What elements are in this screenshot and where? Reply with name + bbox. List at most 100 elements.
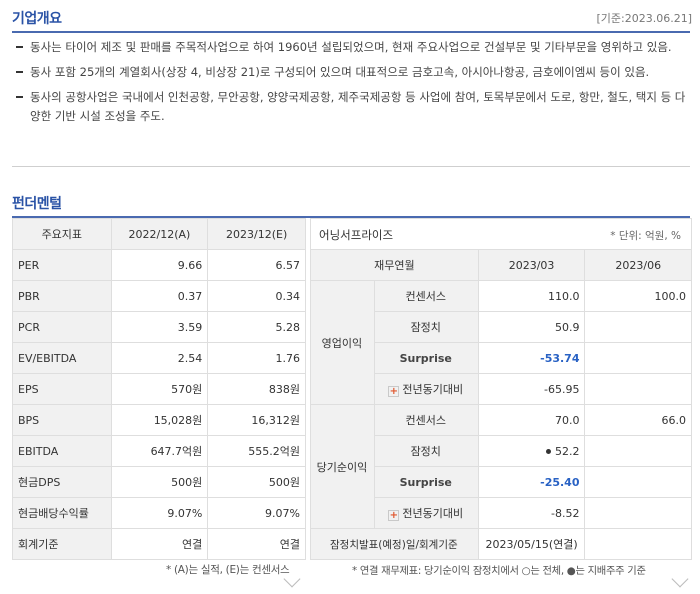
fundamental-title: 펀더멘털	[12, 196, 62, 212]
col-header-period: 재무연월	[310, 249, 479, 281]
yoy-label[interactable]: + 전년동기대비	[373, 497, 479, 529]
col-header-2023-03: 2023/03	[477, 249, 586, 281]
metric-label: 회계기준	[12, 528, 112, 560]
metric-value: 연결	[110, 528, 209, 560]
overview-item: 동사의 공항사업은 국내에서 인천공항, 무안공항, 양양국제공항, 제주국제공…	[14, 88, 688, 126]
table-row: PBR 0.37 0.34	[12, 280, 306, 312]
metric-value: 9.07%	[207, 497, 306, 529]
op-provisional-value	[584, 311, 692, 343]
metric-value: 2.54	[110, 342, 209, 374]
net-income-label: 당기순이익	[310, 404, 375, 529]
table-header-row: 주요지표 2022/12(A) 2023/12(E)	[12, 218, 306, 250]
metric-label: 현금배당수익률	[12, 497, 112, 529]
table-row: 회계기준 연결 연결	[12, 528, 306, 560]
overview-bottom-divider	[12, 166, 690, 167]
op-consensus-value: 100.0	[584, 280, 692, 312]
metric-value: 9.07%	[110, 497, 209, 529]
earnings-table: 재무연월 2023/03 2023/06 영업이익 컨센서스 110.0 100…	[310, 249, 692, 560]
op-consensus-value: 110.0	[477, 280, 586, 312]
provisional-label: 잠정치	[373, 311, 479, 343]
net-yoy-value	[584, 497, 692, 529]
net-provisional-value	[584, 435, 692, 467]
metric-value: 연결	[207, 528, 306, 560]
release-value-empty	[584, 528, 692, 560]
net-consensus-value: 66.0	[584, 404, 692, 436]
col-header-2022: 2022/12(A)	[110, 218, 209, 250]
metric-value: 15,028원	[110, 404, 209, 436]
table-row: 당기순이익 컨센서스 70.0 66.0	[310, 404, 692, 529]
earnings-note: * 연결 재무제표: 당기순이익 잠정치에서 ○는 전체, ●는 지배주주 기준	[352, 565, 646, 577]
metric-value: 0.34	[207, 280, 306, 312]
net-yoy-value: -8.52	[477, 497, 586, 529]
expand-plus-icon[interactable]: +	[388, 510, 400, 521]
table-row: EPS 570원 838원	[12, 373, 306, 405]
dash-icon	[16, 71, 23, 73]
earnings-title: 어닝서프라이즈	[319, 228, 394, 242]
surprise-label: Surprise	[373, 342, 479, 374]
metric-value: 6.57	[207, 249, 306, 281]
metric-value: 16,312원	[207, 404, 306, 436]
metric-value: 0.37	[110, 280, 209, 312]
overview-divider	[12, 31, 690, 33]
metric-value: 555.2억원	[207, 435, 306, 467]
table-row: EBITDA 647.7억원 555.2억원	[12, 435, 306, 467]
table-row: 현금배당수익률 9.07% 9.07%	[12, 497, 306, 529]
op-income-label: 영업이익	[310, 280, 375, 405]
metric-value: 5.28	[207, 311, 306, 343]
col-header-2023: 2023/12(E)	[207, 218, 306, 250]
op-provisional-value: 50.9	[477, 311, 586, 343]
filled-circle-icon	[545, 448, 551, 454]
op-surprise-value: -53.74	[477, 342, 586, 374]
metric-value: 500원	[110, 466, 209, 498]
overview-title: 기업개요	[12, 11, 62, 27]
metric-label: PCR	[12, 311, 112, 343]
table-row: EV/EBITDA 2.54 1.76	[12, 342, 306, 374]
op-surprise-value	[584, 342, 692, 374]
earnings-unit: * 단위: 억원, %	[610, 230, 681, 242]
table-header-row: 재무연월 2023/03 2023/06	[310, 249, 692, 281]
op-yoy-value: -65.95	[477, 373, 586, 405]
surprise-label: Surprise	[373, 466, 479, 498]
dash-icon	[16, 46, 23, 48]
expand-plus-icon[interactable]: +	[388, 386, 400, 397]
overview-item: 동사 포함 25개의 계열회사(상장 4, 비상장 21)로 구성되어 있으며 …	[14, 63, 688, 82]
metric-value: 3.59	[110, 311, 209, 343]
table-row: 현금DPS 500원 500원	[12, 466, 306, 498]
table-row: 영업이익 컨센서스 110.0 100.0	[310, 280, 692, 405]
metric-label: BPS	[12, 404, 112, 436]
col-header-2023-06: 2023/06	[584, 249, 692, 281]
metric-value: 500원	[207, 466, 306, 498]
net-surprise-value	[584, 466, 692, 498]
overview-date: [기준:2023.06.21]	[596, 12, 692, 25]
consensus-label: 컨센서스	[373, 404, 479, 436]
metric-label: EV/EBITDA	[12, 342, 112, 374]
overview-list: 동사는 타이어 제조 및 판매를 주목적사업으로 하여 1960년 설립되었으며…	[14, 38, 688, 132]
metric-label: PER	[12, 249, 112, 281]
metric-value: 838원	[207, 373, 306, 405]
table-row: BPS 15,028원 16,312원	[12, 404, 306, 436]
net-surprise-value: -25.40	[477, 466, 586, 498]
op-yoy-value	[584, 373, 692, 405]
consensus-label: 컨센서스	[373, 280, 479, 312]
metric-value: 9.66	[110, 249, 209, 281]
yoy-label[interactable]: + 전년동기대비	[373, 373, 479, 405]
col-header-metric: 주요지표	[12, 218, 112, 250]
provisional-label: 잠정치	[373, 435, 479, 467]
metric-label: EPS	[12, 373, 112, 405]
table-row: PER 9.66 6.57	[12, 249, 306, 281]
chevron-down-icon[interactable]	[671, 570, 689, 588]
release-label: 잠정치발표(예정)일/회계기준	[310, 528, 479, 560]
fundamental-table: 주요지표 2022/12(A) 2023/12(E) PER 9.66 6.57 P…	[12, 218, 306, 560]
release-value: 2023/05/15(연결)	[477, 528, 586, 560]
metric-value: 1.76	[207, 342, 306, 374]
overview-item: 동사는 타이어 제조 및 판매를 주목적사업으로 하여 1960년 설립되었으며…	[14, 38, 688, 57]
net-provisional-value: 52.2	[477, 435, 586, 467]
net-consensus-value: 70.0	[477, 404, 586, 436]
metric-label: 현금DPS	[12, 466, 112, 498]
fundamental-note: * (A)는 실적, (E)는 컨센서스	[166, 564, 290, 576]
metric-label: PBR	[12, 280, 112, 312]
table-row: 잠정치발표(예정)일/회계기준 2023/05/15(연결)	[310, 528, 692, 560]
dash-icon	[16, 96, 23, 98]
earnings-header-bar: 어닝서프라이즈 * 단위: 억원, %	[310, 218, 692, 249]
metric-value: 570원	[110, 373, 209, 405]
